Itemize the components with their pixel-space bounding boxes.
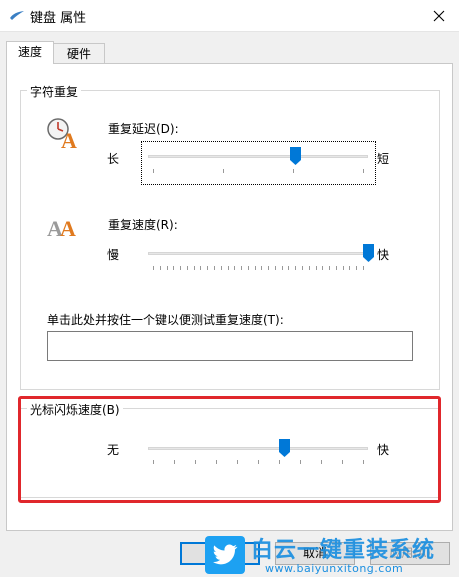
repeat-delay-label: 重复延迟(D): — [108, 122, 179, 136]
slider-tick — [153, 169, 154, 173]
slider-tick — [173, 266, 175, 270]
slider-tick — [268, 266, 270, 270]
repeat-test-label: 单击此处并按住一个键以便测试重复速度(T): — [47, 313, 284, 327]
slider-tick — [288, 266, 290, 270]
slider-tick — [363, 169, 364, 173]
slider-tick — [315, 266, 317, 270]
slider-tick — [342, 266, 344, 270]
repeat-delay-ticks — [153, 169, 364, 174]
slider-tick — [193, 266, 195, 270]
slider-tick — [308, 266, 310, 270]
slider-tick — [223, 169, 224, 173]
close-button[interactable] — [419, 0, 459, 31]
close-icon — [433, 10, 445, 21]
slider-tick — [295, 266, 297, 270]
repeat-delay-right-label: 短 — [377, 152, 390, 166]
title-bar: 键盘 属性 — [0, 0, 459, 32]
slider-tick — [166, 266, 168, 270]
repeat-rate-thumb[interactable] — [363, 244, 374, 262]
repeat-rate-track — [148, 252, 368, 255]
slider-tick — [180, 266, 182, 270]
watermark-url: www.baiyunxitong.com — [265, 562, 404, 575]
slider-tick — [241, 266, 243, 270]
group-title-repeat: 字符重复 — [27, 83, 82, 100]
tab-speed[interactable]: 速度 — [6, 41, 54, 64]
svg-text:A: A — [61, 128, 77, 150]
repeat-delay-icon: A — [47, 118, 77, 150]
slider-tick — [281, 266, 283, 270]
slider-tick — [329, 266, 331, 270]
repeat-delay-thumb[interactable] — [290, 147, 302, 165]
slider-tick — [200, 266, 202, 270]
slider-tick — [349, 266, 351, 270]
slider-tick — [247, 266, 249, 270]
repeat-test-input[interactable] — [47, 331, 413, 361]
slider-tick — [207, 266, 209, 270]
watermark-brand: 白云一键重装系统 — [251, 538, 436, 563]
slider-tick — [302, 266, 304, 270]
slider-tick — [322, 266, 324, 270]
repeat-rate-slider[interactable] — [148, 244, 374, 264]
highlight-annotation — [18, 396, 441, 503]
slider-tick — [363, 266, 364, 270]
repeat-delay-slider[interactable] — [148, 147, 368, 167]
slider-tick — [220, 266, 222, 270]
slider-tick — [234, 266, 236, 270]
twitter-bird-icon — [205, 536, 245, 574]
repeat-rate-left-label: 慢 — [107, 248, 120, 262]
repeat-delay-track — [148, 155, 368, 158]
slider-tick — [356, 266, 358, 270]
slider-tick — [153, 266, 154, 270]
slider-tick — [254, 266, 256, 270]
repeat-rate-icon: A A — [47, 216, 76, 240]
repeat-rate-right-label: 快 — [377, 248, 390, 262]
slider-tick — [293, 169, 294, 173]
slider-tick — [159, 266, 161, 270]
watermark: 白云一键重装系统 www.baiyunxitong.com — [205, 532, 459, 577]
window-title: 键盘 属性 — [30, 11, 87, 26]
slider-tick — [227, 266, 229, 270]
repeat-delay-left-label: 长 — [107, 152, 120, 166]
repeat-rate-ticks — [153, 266, 364, 271]
svg-text:A: A — [60, 216, 76, 240]
slider-tick — [261, 266, 263, 270]
keyboard-app-icon — [10, 11, 24, 20]
tab-hardware[interactable]: 硬件 — [53, 43, 105, 64]
slider-tick — [213, 266, 215, 270]
slider-tick — [186, 266, 188, 270]
repeat-rate-label: 重复速度(R): — [108, 218, 178, 232]
slider-tick — [274, 266, 276, 270]
slider-tick — [335, 266, 337, 270]
